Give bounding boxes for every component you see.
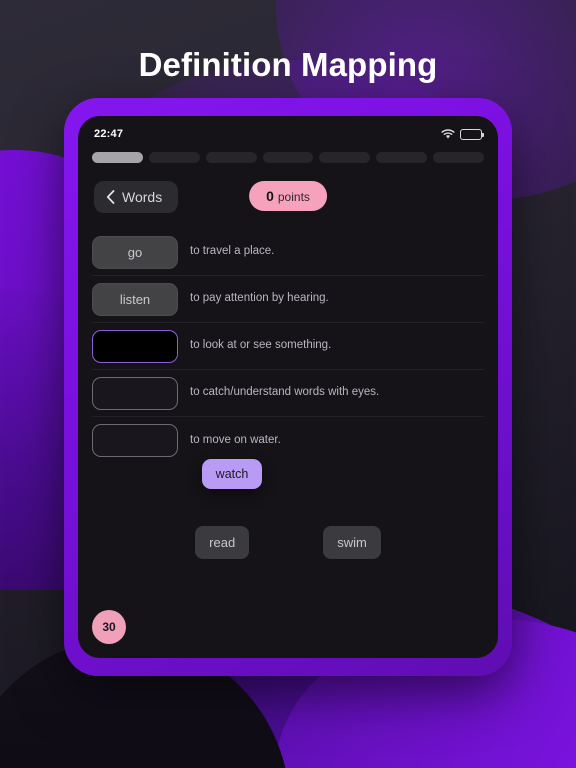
definition-row: to move on water. xyxy=(92,417,484,464)
definition-text-4: to catch/understand words with eyes. xyxy=(190,386,380,399)
wifi-icon xyxy=(441,128,455,139)
progress-segment-4 xyxy=(262,152,314,163)
back-button-label: Words xyxy=(122,189,163,205)
progress-indicator xyxy=(78,142,498,163)
app-background: Definition Mapping 22:47 Words 0 points … xyxy=(0,0,576,768)
answer-slot-1[interactable]: go xyxy=(92,235,178,269)
device-frame: 22:47 Words 0 points go to travel a plac… xyxy=(64,98,512,676)
word-chip-swim[interactable]: swim xyxy=(323,526,381,559)
toolbar: Words 0 points xyxy=(78,163,498,213)
word-bank: read swim xyxy=(78,526,498,559)
answer-slot-3[interactable] xyxy=(92,329,178,363)
definition-rows: go to travel a place. listen to pay atte… xyxy=(78,213,498,464)
word-chip-read[interactable]: read xyxy=(195,526,250,559)
device-screen: 22:47 Words 0 points go to travel a plac… xyxy=(78,116,498,658)
progress-segment-5 xyxy=(319,152,371,163)
definition-row: listen to pay attention by hearing. xyxy=(92,276,484,323)
progress-segment-7 xyxy=(433,152,485,163)
back-button[interactable]: Words xyxy=(94,181,179,213)
definition-row: to catch/understand words with eyes. xyxy=(92,370,484,417)
status-bar-time: 22:47 xyxy=(94,128,124,140)
status-bar-icons xyxy=(441,128,485,140)
progress-segment-2 xyxy=(148,152,200,163)
timer-badge[interactable]: 30 xyxy=(92,610,126,644)
progress-segment-1 xyxy=(92,152,143,163)
definition-text-5: to move on water. xyxy=(190,433,281,446)
points-label: points xyxy=(277,190,310,204)
definition-text-3: to look at or see something. xyxy=(190,339,332,352)
progress-segment-6 xyxy=(376,152,428,163)
answer-slot-4[interactable] xyxy=(92,376,178,410)
definition-text-1: to travel a place. xyxy=(190,245,275,258)
answer-slot-2[interactable]: listen xyxy=(92,282,178,316)
definition-row: go to travel a place. xyxy=(92,229,484,276)
answer-slot-5[interactable] xyxy=(92,424,178,457)
points-badge[interactable]: 0 points xyxy=(249,181,327,211)
definition-text-2: to pay attention by hearing. xyxy=(190,292,329,305)
status-bar: 22:47 xyxy=(78,116,498,142)
chevron-left-icon xyxy=(106,190,115,204)
battery-icon xyxy=(460,128,485,140)
definition-row: to look at or see something. xyxy=(92,323,484,370)
points-value: 0 xyxy=(266,188,274,204)
page-title: Definition Mapping xyxy=(138,46,438,83)
dragged-word-chip-watch[interactable]: watch xyxy=(202,459,262,489)
progress-segment-3 xyxy=(205,152,257,163)
